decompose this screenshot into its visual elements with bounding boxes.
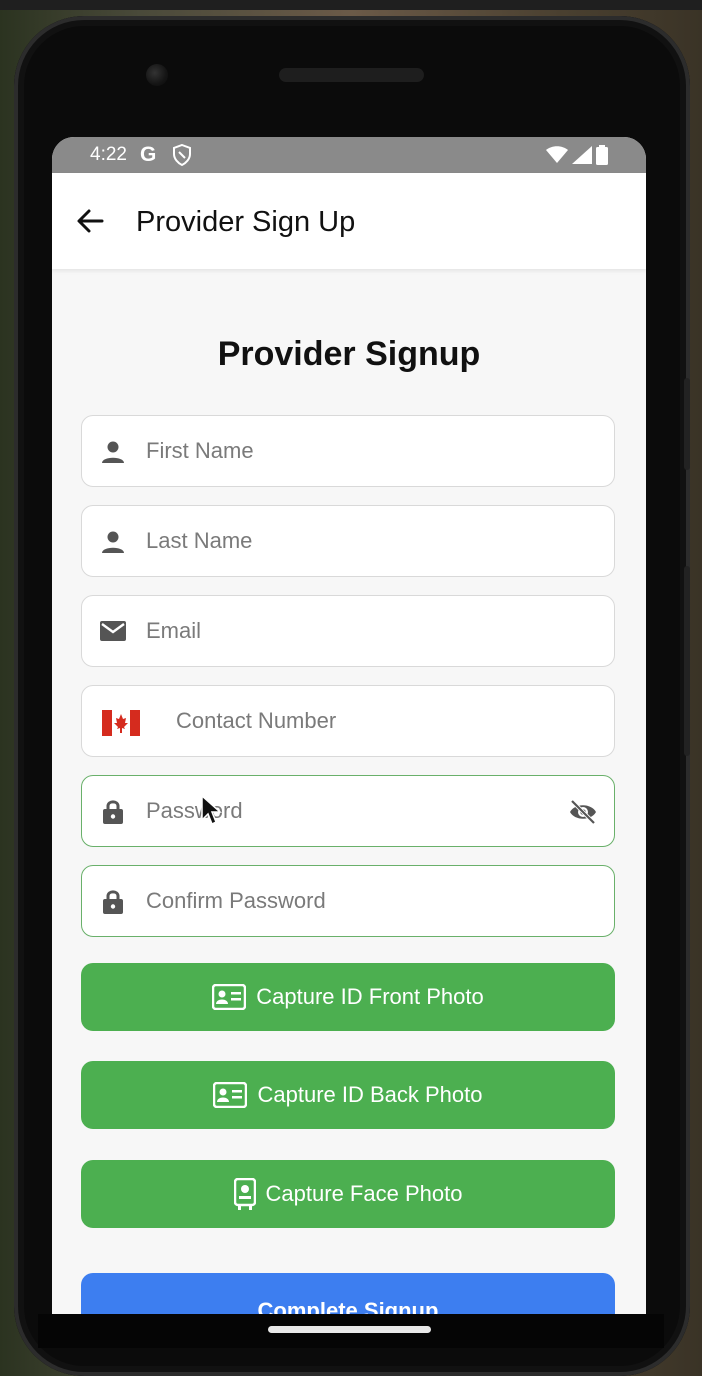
person-icon [102,441,124,463]
complete-signup-button[interactable]: Complete Signup [81,1273,615,1314]
top-strip [0,0,702,10]
wifi-icon [546,146,568,163]
home-gesture-handle[interactable] [268,1326,431,1333]
arrow-left-icon[interactable] [76,207,104,235]
eye-off-icon[interactable] [568,799,598,825]
password-field[interactable] [81,775,615,847]
confirm-password-input[interactable] [146,866,546,936]
id-card-icon [212,984,247,1010]
google-icon: G [140,143,157,166]
capture-face-label: Capture Face Photo [265,1181,463,1206]
app-bar-title: Provider Sign Up [136,206,356,238]
email-input[interactable] [146,596,546,666]
last-name-field[interactable] [81,505,615,577]
status-time: 4:22 [90,144,127,165]
email-field[interactable] [81,595,615,667]
side-button [684,378,690,470]
mail-icon [100,621,126,641]
form-title: Provider Signup [217,335,481,373]
shield-icon [173,144,191,166]
status-icons [546,145,608,165]
battery-icon [596,145,608,165]
confirm-password-field[interactable] [81,865,615,937]
app-screen: 4:22 G Provider Sign Up Provider Signup [52,137,646,1314]
signal-icon [572,146,592,164]
capture-id-back-label: Capture ID Back Photo [257,1082,483,1107]
face-photo-icon [233,1178,256,1210]
status-bar: 4:22 G [52,137,646,173]
capture-id-back-button[interactable]: Capture ID Back Photo [81,1061,615,1129]
capture-face-button[interactable]: Capture Face Photo [81,1160,615,1228]
contact-number-field[interactable] [81,685,615,757]
lock-icon [103,800,123,824]
contact-number-input[interactable] [176,686,576,756]
front-camera [146,64,168,86]
volume-button [684,566,690,756]
mouse-cursor-icon [201,794,222,826]
capture-id-front-button[interactable]: Capture ID Front Photo [81,963,615,1031]
canada-flag-icon[interactable] [102,710,140,736]
last-name-input[interactable] [146,506,546,576]
id-card-icon [213,1082,248,1108]
earpiece-speaker [279,68,424,82]
app-bar: Provider Sign Up [52,173,646,269]
first-name-field[interactable] [81,415,615,487]
first-name-input[interactable] [146,416,546,486]
lock-icon [103,890,123,914]
person-icon [102,531,124,553]
capture-id-front-label: Capture ID Front Photo [256,984,484,1009]
